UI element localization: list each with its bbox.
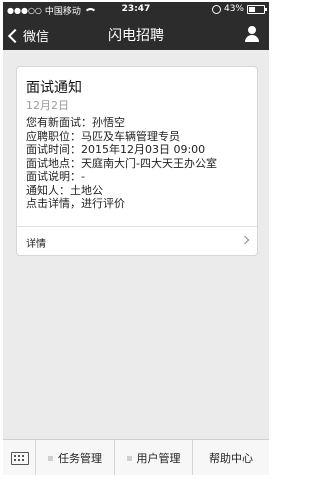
chevron-right-icon (240, 235, 250, 245)
menu-user-management[interactable]: 用户管理 (115, 440, 193, 475)
detail-link[interactable]: 详情 (26, 235, 46, 250)
user-profile-icon[interactable] (245, 26, 259, 42)
battery-percent: 43% (223, 4, 244, 14)
rotation-lock-icon (211, 4, 221, 14)
user-icon-head (248, 26, 256, 34)
menu-help-center[interactable]: 帮助中心 (193, 440, 269, 475)
nav-bar: 微信 闪电招聘 (3, 18, 269, 50)
menu-label: 任务管理 (58, 452, 102, 465)
keyboard-icon (11, 452, 29, 465)
menu-task-management[interactable]: 任务管理 (36, 440, 115, 475)
card-line-notes: 面试说明：- (26, 170, 85, 183)
phone-screen: ●●●○○ 中国移动 23:47 43% 微信 闪电招聘 面试通知 12月2日 … (3, 2, 269, 475)
menu-label: 帮助中心 (209, 452, 253, 465)
status-bar: ●●●○○ 中国移动 23:47 43% (3, 2, 269, 18)
card-date: 12月2日 (26, 99, 69, 112)
menu-dot-icon (48, 455, 53, 461)
card-line-time: 面试时间：2015年12月03日 09:00 (26, 143, 206, 156)
card-title: 面试通知 (26, 80, 82, 96)
card-line-notifier: 通知人：土地公 (26, 183, 103, 197)
bottom-menu-bar: 任务管理 用户管理 帮助中心 (3, 439, 269, 475)
status-right: 43% (211, 4, 267, 14)
keyboard-toggle-button[interactable] (3, 440, 36, 475)
menu-label: 用户管理 (136, 452, 181, 465)
user-icon-body (245, 35, 259, 42)
page-title: 闪电招聘 (108, 28, 164, 44)
card-line-position: 应聘职位：马匹及车辆管理专员 (26, 129, 180, 143)
menu-dot-icon (126, 455, 132, 461)
battery-icon (247, 4, 267, 14)
battery-fill (249, 6, 255, 12)
card-line-hint: 点击详情，进行评价 (26, 197, 125, 210)
card-line-candidate: 您有新面试：孙悟空 (26, 116, 125, 129)
interview-notice-card[interactable]: 面试通知 12月2日 您有新面试：孙悟空 应聘职位：马匹及车辆管理专员 面试时间… (16, 66, 258, 256)
card-line-location: 面试地点：天庭南大门-四大天王办公室 (26, 156, 217, 170)
card-body: 您有新面试：孙悟空 应聘职位：马匹及车辆管理专员 面试时间：2015年12月03… (26, 116, 217, 211)
card-divider (17, 226, 257, 227)
